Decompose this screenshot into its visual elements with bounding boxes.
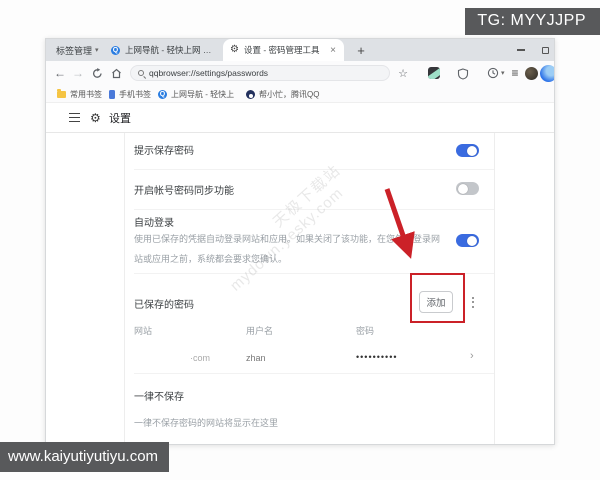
chevron-right-icon[interactable]: › [470, 350, 474, 362]
cell-username: zhan [246, 353, 266, 363]
hamburger-icon[interactable] [69, 112, 80, 123]
toggle-save-prompt[interactable] [456, 144, 479, 157]
bookmark-label: 常用书签 [70, 89, 102, 99]
new-tab-button[interactable]: + [351, 39, 371, 61]
minimize-icon [517, 49, 525, 51]
bookmark-label: 上网导航 - 轻快上 [171, 89, 235, 99]
avatar[interactable] [525, 67, 538, 80]
annotation-box [410, 273, 465, 323]
qq-browser-icon: Q [111, 45, 120, 55]
setting-label-sync: 开启帐号密码同步功能 [134, 186, 234, 197]
setting-label-auto-login: 自动登录 [134, 218, 174, 229]
close-icon[interactable]: × [329, 45, 337, 56]
qq-browser-icon: Q [158, 89, 167, 99]
bookmark-label: 手机书签 [119, 89, 151, 99]
url-text: qqbrowser://settings/passwords [149, 68, 269, 78]
row-divider [134, 169, 494, 170]
section-label-never-save: 一律不保存 [134, 392, 184, 403]
reload-icon[interactable] [92, 68, 103, 79]
address-bar[interactable]: qqbrowser://settings/passwords [130, 65, 390, 81]
forward-button[interactable]: → [70, 61, 86, 85]
bookmark-folder-mobile[interactable]: 手机书签 [109, 85, 151, 103]
bookmarks-bar: 常用书签 手机书签 Q 上网导航 - 轻快上 帮小忙，腾讯QQ [46, 85, 554, 103]
maximize-icon [541, 46, 549, 54]
toggle-sync[interactable] [456, 182, 479, 195]
assistant-button[interactable] [540, 65, 554, 82]
phone-icon [109, 89, 115, 99]
night-mode-icon[interactable] [428, 67, 440, 79]
folder-icon [57, 88, 66, 98]
content-divider-right [494, 133, 495, 444]
watermark-diagonal: 天极下载站 [269, 161, 345, 232]
history-button[interactable]: ▾ [487, 61, 505, 85]
column-header-password: 密码 [356, 326, 375, 336]
bookmark-star-icon[interactable]: ☆ [394, 61, 412, 85]
history-clock-icon [487, 67, 499, 79]
back-button[interactable]: ← [52, 61, 68, 85]
more-options-button[interactable] [467, 292, 479, 312]
settings-page: ⚙ 设置 提示保存密码 开启帐号密码同步功能 自动登录 使用已保存的凭据自动登录… [46, 103, 554, 444]
bookmark-label: 帮小忙，腾讯QQ [259, 89, 320, 99]
never-save-hint: 一律不保存密码的网站将显示在这里 [134, 418, 279, 428]
bookmark-nav[interactable]: Q 上网导航 - 轻快上 [158, 85, 234, 103]
content-divider-left [124, 133, 125, 444]
search-icon [138, 70, 144, 76]
tab-label: 设置 - 密码管理工具 [243, 45, 320, 55]
watermark-site: www.kaiyutiyutiyu.com [0, 442, 170, 472]
toggle-knob [467, 235, 477, 246]
watermark-telegram: TG: MYYJJPP [465, 8, 600, 35]
setting-desc-auto-login: 使用已保存的凭据自动登录网站和应用。如果关闭了该功能，在您每次登录网站或应用之前… [134, 234, 441, 264]
toggle-knob [467, 145, 477, 156]
tab-settings[interactable]: ⚙ 设置 - 密码管理工具 × [223, 39, 344, 61]
section-label-saved-passwords: 已保存的密码 [134, 300, 194, 311]
toggle-knob [458, 183, 468, 194]
shield-icon[interactable] [457, 68, 469, 80]
tab-strip: 标签管理 ▾ Q 上网导航 - 轻快上网 从这里开始 ⚙ 设置 - 密码管理工具… [46, 39, 554, 61]
page-title: 设置 [109, 112, 131, 125]
row-divider [134, 373, 494, 374]
menu-icon[interactable]: ≡ [507, 61, 523, 85]
tab-manager-label: 标签管理 [56, 45, 93, 56]
column-header-username: 用户名 [246, 326, 274, 336]
browser-window: 标签管理 ▾ Q 上网导航 - 轻快上网 从这里开始 ⚙ 设置 - 密码管理工具… [45, 38, 555, 445]
minimize-button[interactable] [511, 39, 531, 61]
cell-website: ·com [190, 353, 210, 363]
column-header-website: 网站 [134, 326, 153, 336]
home-icon[interactable] [111, 68, 122, 79]
row-divider [134, 209, 494, 210]
chevron-down-icon: ▾ [501, 70, 505, 77]
chevron-down-icon: ▾ [95, 47, 99, 54]
settings-header: ⚙ 设置 [46, 103, 554, 133]
qq-penguin-icon [246, 89, 255, 99]
maximize-button[interactable] [535, 39, 554, 61]
bookmark-qq-help[interactable]: 帮小忙，腾讯QQ [246, 85, 319, 103]
toggle-auto-login[interactable] [456, 234, 479, 247]
tab-nav-home[interactable]: Q 上网导航 - 轻快上网 从这里开始 [104, 39, 220, 61]
cell-password: •••••••••• [356, 352, 398, 362]
tab-manager-button[interactable]: 标签管理 ▾ [56, 39, 99, 61]
setting-label-save-prompt: 提示保存密码 [134, 146, 194, 157]
gear-icon: ⚙ [230, 44, 239, 55]
bookmark-folder-common[interactable]: 常用书签 [57, 85, 102, 103]
browser-toolbar: ← → qqbrowser://settings/passwords ☆ ▾ ≡ [46, 61, 554, 85]
tab-label: 上网导航 - 轻快上网 从这里开始 [125, 45, 213, 55]
gear-icon: ⚙ [90, 110, 101, 125]
